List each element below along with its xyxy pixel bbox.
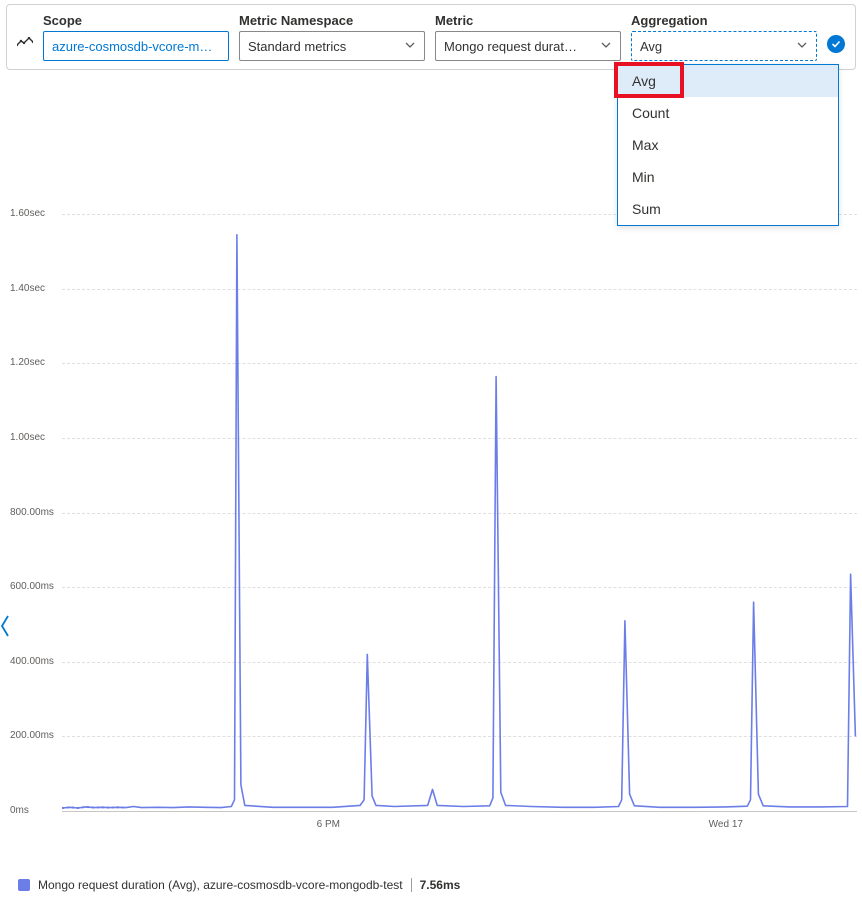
scope-field: Scope azure-cosmosdb-vcore-m… [43,13,229,61]
aggregation-dropdown: Avg Count Max Min Sum [617,64,839,226]
line-chart-icon [17,35,33,50]
scope-value: azure-cosmosdb-vcore-m… [52,39,212,54]
aggregation-selector[interactable]: Avg [631,31,817,61]
scope-selector[interactable]: azure-cosmosdb-vcore-m… [43,31,229,61]
metric-value: Mongo request durat… [444,39,577,54]
aggregation-field: Aggregation Avg [631,13,817,61]
legend-color-swatch [18,879,30,891]
scope-label: Scope [43,13,229,28]
aggregation-option-count[interactable]: Count [618,97,838,129]
legend-series-label: Mongo request duration (Avg), azure-cosm… [38,878,403,892]
y-tick-label: 1.00sec [10,432,45,443]
y-tick-label: 600.00ms [10,581,54,592]
metric-selector-toolbar: Scope azure-cosmosdb-vcore-m… Metric Nam… [6,4,856,70]
chevron-down-icon [404,39,416,54]
aggregation-option-avg[interactable]: Avg [618,65,838,97]
y-tick-label: 200.00ms [10,730,54,741]
chevron-down-icon [796,39,808,54]
confirm-check-icon[interactable] [827,35,845,53]
y-tick-label: 0ms [10,805,29,816]
aggregation-option-max[interactable]: Max [618,129,838,161]
y-tick-label: 1.20sec [10,357,45,368]
x-tick-label: Wed 17 [709,819,743,830]
chart-line-series [62,164,857,814]
aggregation-option-min[interactable]: Min [618,161,838,193]
chart-expand-handle[interactable] [0,614,10,644]
legend-series-value: 7.56ms [411,878,461,892]
y-tick-label: 400.00ms [10,656,54,667]
namespace-label: Metric Namespace [239,13,425,28]
metric-label: Metric [435,13,621,28]
namespace-field: Metric Namespace Standard metrics [239,13,425,61]
x-axis: 6 PM Wed 17 [62,819,857,839]
chart-legend: Mongo request duration (Avg), azure-cosm… [18,878,460,892]
namespace-value: Standard metrics [248,39,346,54]
chevron-down-icon [600,39,612,54]
y-axis: 1.60sec 1.40sec 1.20sec 1.00sec 800.00ms 600.… [10,164,62,814]
namespace-selector[interactable]: Standard metrics [239,31,425,61]
x-tick-label: 6 PM [317,819,340,830]
aggregation-option-sum[interactable]: Sum [618,193,838,225]
aggregation-label: Aggregation [631,13,817,28]
metric-selector[interactable]: Mongo request durat… [435,31,621,61]
y-tick-label: 800.00ms [10,507,54,518]
metric-field: Metric Mongo request durat… [435,13,621,61]
y-tick-label: 1.60sec [10,208,45,219]
y-tick-label: 1.40sec [10,283,45,294]
chart-area: 1.60sec 1.40sec 1.20sec 1.00sec 800.00ms 600.… [0,164,862,844]
aggregation-value: Avg [640,39,662,54]
